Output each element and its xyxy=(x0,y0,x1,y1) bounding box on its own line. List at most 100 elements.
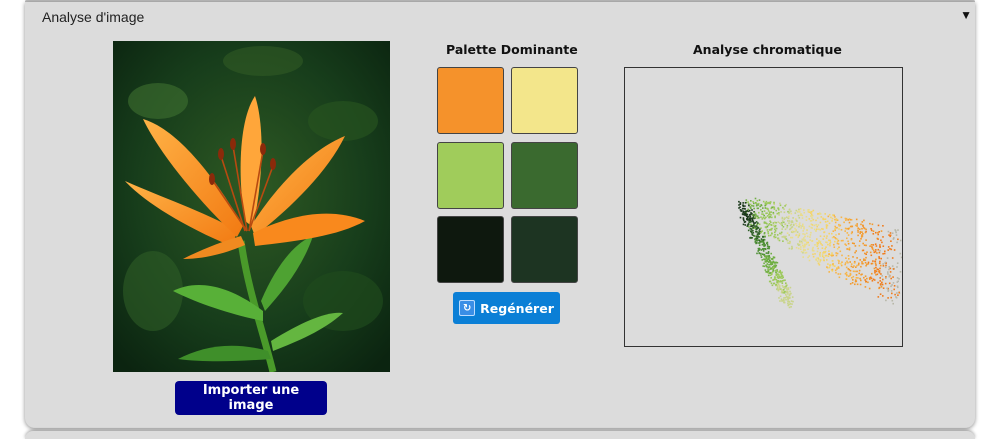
chroma-point xyxy=(804,252,807,254)
chroma-point xyxy=(822,252,824,254)
chroma-point xyxy=(852,256,854,258)
chroma-point xyxy=(900,256,902,259)
chroma-point xyxy=(879,277,881,279)
chroma-point xyxy=(811,227,813,229)
chroma-point xyxy=(821,247,824,249)
chroma-point xyxy=(835,234,837,236)
chroma-point xyxy=(786,216,788,219)
chroma-point xyxy=(764,236,766,238)
chroma-point xyxy=(762,207,764,209)
chroma-point xyxy=(888,275,891,278)
chroma-point xyxy=(852,279,854,281)
chroma-point xyxy=(791,236,794,239)
chroma-point xyxy=(796,231,799,233)
triangle-down-icon[interactable]: ▼ xyxy=(960,8,972,22)
regenerate-button[interactable]: ↻ Regénérer xyxy=(453,292,560,324)
chroma-point xyxy=(816,250,819,253)
chroma-point xyxy=(878,262,881,265)
chroma-point xyxy=(861,221,864,223)
chroma-point xyxy=(869,222,871,225)
chroma-point xyxy=(842,239,844,242)
chroma-point xyxy=(785,238,788,240)
chroma-point xyxy=(784,290,786,293)
chroma-point xyxy=(819,229,822,231)
chroma-point xyxy=(803,226,805,228)
chroma-point xyxy=(781,275,783,277)
chroma-point xyxy=(749,209,751,212)
chroma-point xyxy=(871,247,874,249)
chroma-point xyxy=(896,266,898,268)
chroma-point xyxy=(764,202,767,204)
chroma-point xyxy=(887,297,889,299)
chroma-point xyxy=(771,284,774,287)
palette-swatch-2[interactable] xyxy=(511,67,578,134)
chroma-point xyxy=(800,240,803,243)
panel-header[interactable]: Analyse d'image ▼ xyxy=(25,2,975,30)
chroma-point xyxy=(778,286,781,289)
chroma-point xyxy=(743,213,746,215)
chroma-point xyxy=(739,216,742,219)
chroma-point xyxy=(886,257,889,259)
chroma-point xyxy=(864,252,866,255)
chroma-point xyxy=(775,221,777,224)
palette-swatch-1[interactable] xyxy=(437,67,504,134)
chroma-point xyxy=(799,224,801,227)
chroma-point xyxy=(788,211,791,213)
chroma-point xyxy=(776,212,779,215)
import-image-button[interactable]: Importer une image xyxy=(175,381,327,415)
palette-swatch-3[interactable] xyxy=(437,142,504,209)
chroma-point xyxy=(837,273,840,275)
chroma-point xyxy=(774,264,776,266)
chroma-point xyxy=(742,211,745,214)
chroma-point xyxy=(892,302,894,305)
chroma-point xyxy=(782,206,784,209)
chroma-point xyxy=(764,221,767,224)
chroma-point xyxy=(806,232,808,235)
chroma-point xyxy=(762,253,764,255)
chroma-point xyxy=(836,238,839,240)
chroma-point xyxy=(849,261,851,263)
chroma-point xyxy=(759,228,761,231)
chroma-point xyxy=(816,217,819,219)
chroma-point xyxy=(750,237,752,239)
chroma-point xyxy=(777,277,780,279)
chroma-point xyxy=(834,269,837,272)
chroma-point xyxy=(840,239,843,242)
chroma-point xyxy=(808,244,810,246)
chroma-point xyxy=(788,294,791,297)
chroma-point xyxy=(882,278,884,281)
chroma-point xyxy=(771,232,773,235)
chroma-point xyxy=(859,277,861,280)
chroma-point xyxy=(879,264,882,267)
chroma-point xyxy=(781,236,784,238)
chroma-point xyxy=(790,292,792,295)
chroma-point xyxy=(772,212,775,215)
chroma-point xyxy=(785,298,787,301)
palette-swatch-6[interactable] xyxy=(511,216,578,283)
palette-swatch-5[interactable] xyxy=(437,216,504,283)
chroma-point xyxy=(767,260,769,263)
chroma-point xyxy=(781,216,784,219)
chroma-point xyxy=(825,241,827,243)
chroma-point xyxy=(763,253,766,256)
chroma-point xyxy=(840,216,843,219)
chroma-point xyxy=(750,212,752,214)
chroma-point xyxy=(898,291,900,294)
chroma-point xyxy=(838,233,840,235)
chroma-point xyxy=(861,227,863,230)
chroma-point xyxy=(825,246,827,248)
chroma-point xyxy=(780,288,783,291)
chroma-point xyxy=(795,222,797,225)
chroma-point xyxy=(845,227,848,230)
chroma-point xyxy=(789,286,792,289)
chroma-point xyxy=(761,210,764,213)
chroma-point xyxy=(824,250,827,253)
chroma-point xyxy=(757,232,760,234)
chroma-point xyxy=(871,223,874,226)
chroma-point xyxy=(767,266,770,268)
chroma-point xyxy=(787,242,789,244)
chroma-point xyxy=(823,235,826,238)
chroma-point xyxy=(851,242,854,244)
palette-swatch-4[interactable] xyxy=(511,142,578,209)
chroma-point xyxy=(760,238,763,240)
